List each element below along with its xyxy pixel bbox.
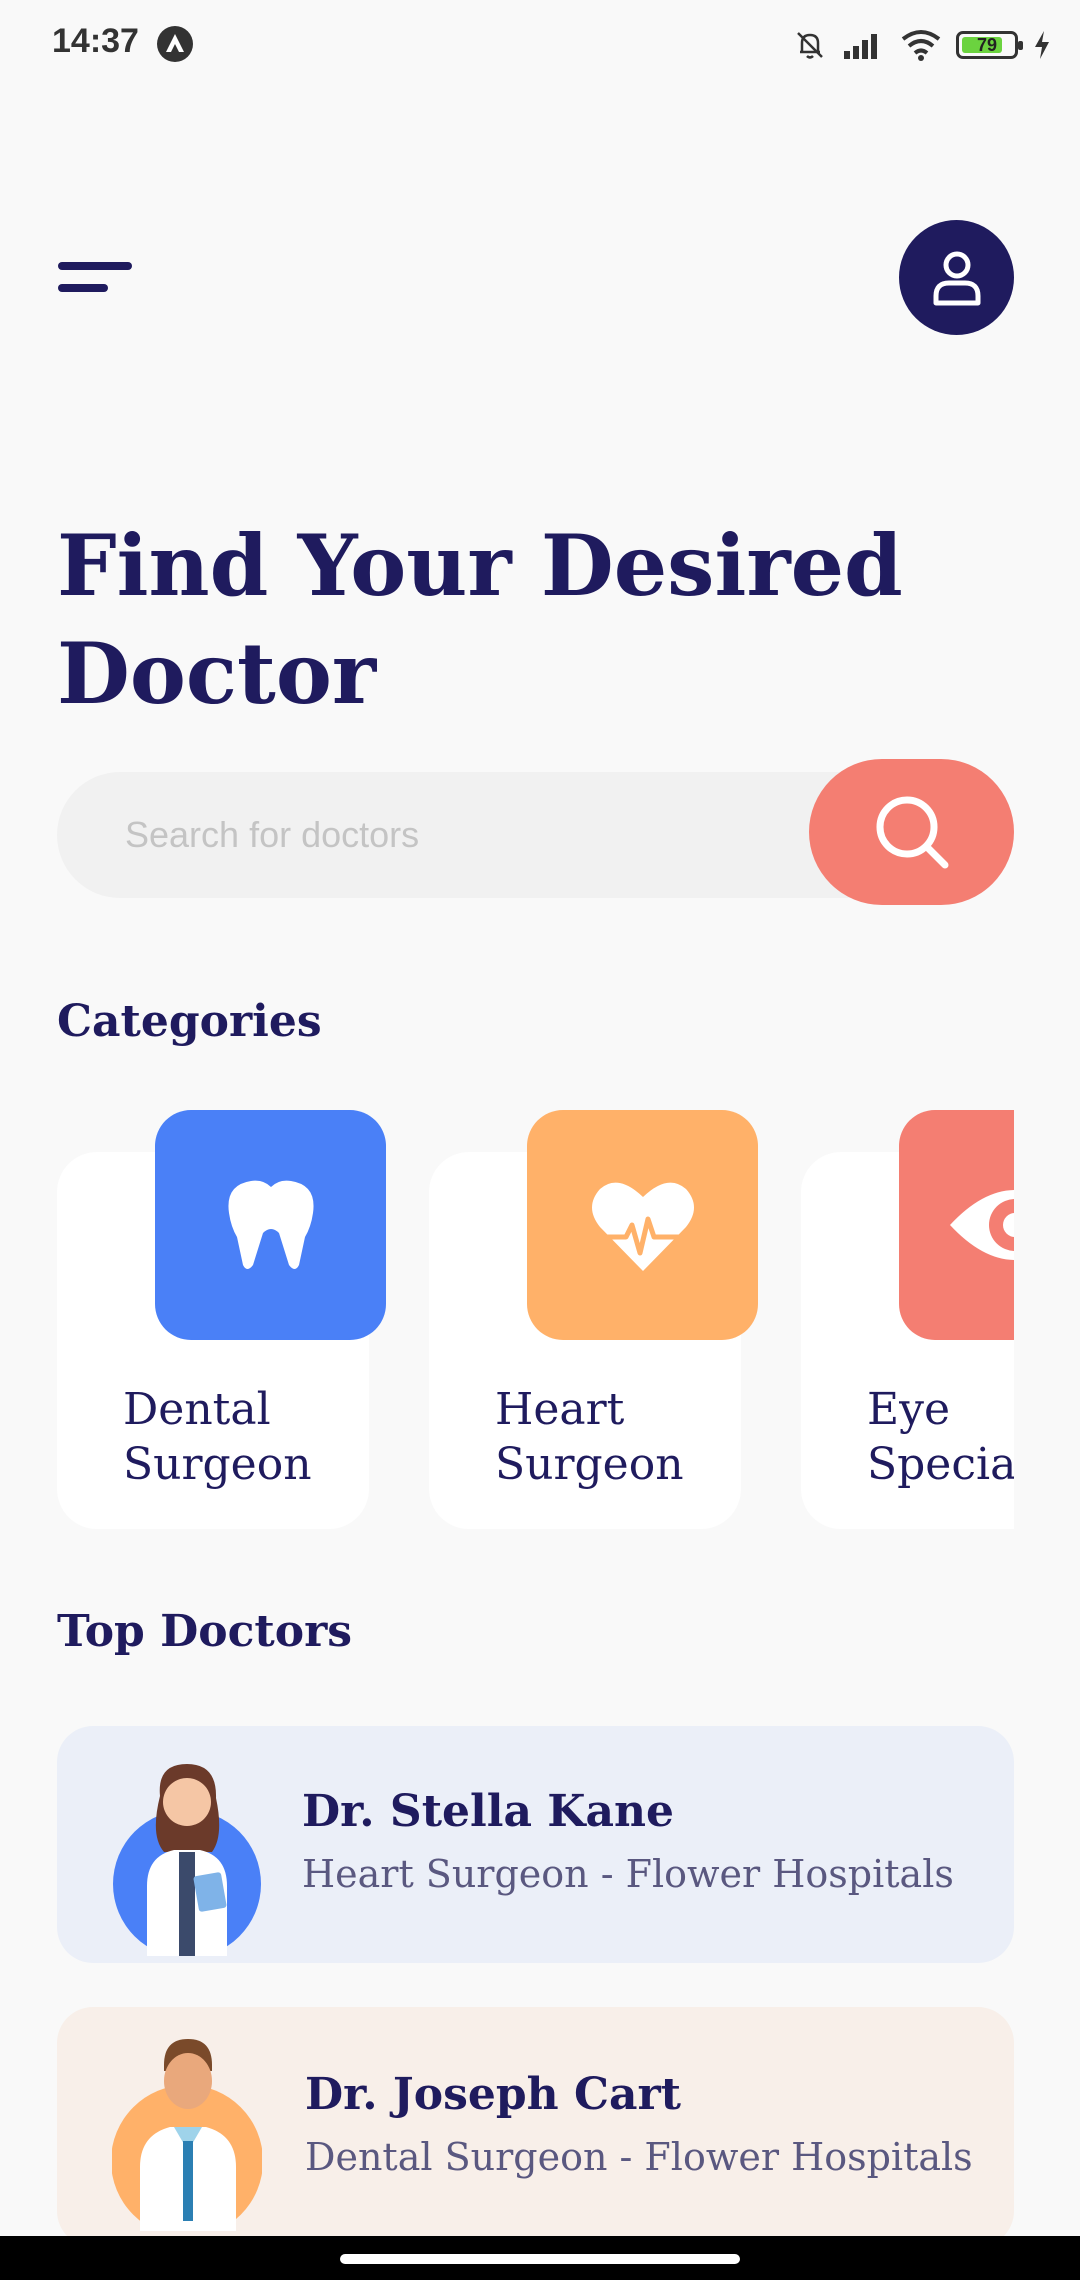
charging-icon	[1035, 31, 1049, 59]
doctor-card[interactable]: Dr. Joseph Cart Dental Surgeon - Flower …	[57, 2007, 1014, 2247]
doctor-card[interactable]: Dr. Stella Kane Heart Surgeon - Flower H…	[57, 1726, 1014, 1963]
heart-pulse-icon	[591, 1182, 694, 1271]
category-card-eye[interactable]: Eye Specialist	[801, 1110, 1014, 1529]
category-label: Heart Surgeon	[495, 1384, 684, 1490]
search-input[interactable]	[57, 772, 917, 898]
battery-level: 79	[976, 35, 998, 55]
status-bar: 14:37 79	[0, 0, 1080, 90]
category-label: Eye Specialist	[867, 1384, 1014, 1490]
user-icon	[933, 251, 980, 305]
battery-icon: 79	[956, 31, 1023, 59]
top-doctors-title: Top Doctors	[57, 1606, 353, 1657]
status-time: 14:37	[52, 22, 139, 60]
doctor-name: Dr. Stella Kane	[302, 1786, 675, 1837]
categories-title: Categories	[57, 996, 322, 1047]
wifi-icon	[901, 30, 941, 61]
menu-icon[interactable]	[58, 262, 132, 296]
doctor-subtitle: Dental Surgeon - Flower Hospitals	[305, 2135, 973, 2179]
category-tile	[155, 1110, 386, 1340]
category-label: Dental Surgeon	[123, 1384, 312, 1490]
tooth-icon	[227, 1180, 314, 1269]
search-icon	[876, 796, 948, 869]
signal-icon	[844, 34, 877, 59]
categories-list: Dental Surgeon Heart Surgeon Eye Special…	[57, 1110, 1014, 1535]
category-card-dental[interactable]: Dental Surgeon	[57, 1110, 386, 1529]
profile-button[interactable]	[899, 220, 1014, 335]
doctor-name: Dr. Joseph Cart	[305, 2069, 681, 2120]
category-card-heart[interactable]: Heart Surgeon	[429, 1110, 758, 1529]
doctor-avatar	[112, 1756, 262, 1958]
home-gesture-handle[interactable]	[340, 2254, 740, 2264]
category-tile	[527, 1110, 758, 1340]
page-title: Find Your Desired Doctor	[57, 516, 903, 723]
status-icons: 79	[792, 22, 1052, 68]
search-button[interactable]	[809, 759, 1014, 905]
search-bar	[57, 759, 1014, 905]
doctor-avatar	[111, 2031, 263, 2237]
doctor-subtitle: Heart Surgeon - Flower Hospitals	[302, 1852, 954, 1896]
category-tile	[899, 1110, 1014, 1340]
app-notification-icon	[157, 26, 193, 62]
eye-icon	[949, 1190, 1014, 1260]
mute-bell-icon	[797, 32, 823, 59]
